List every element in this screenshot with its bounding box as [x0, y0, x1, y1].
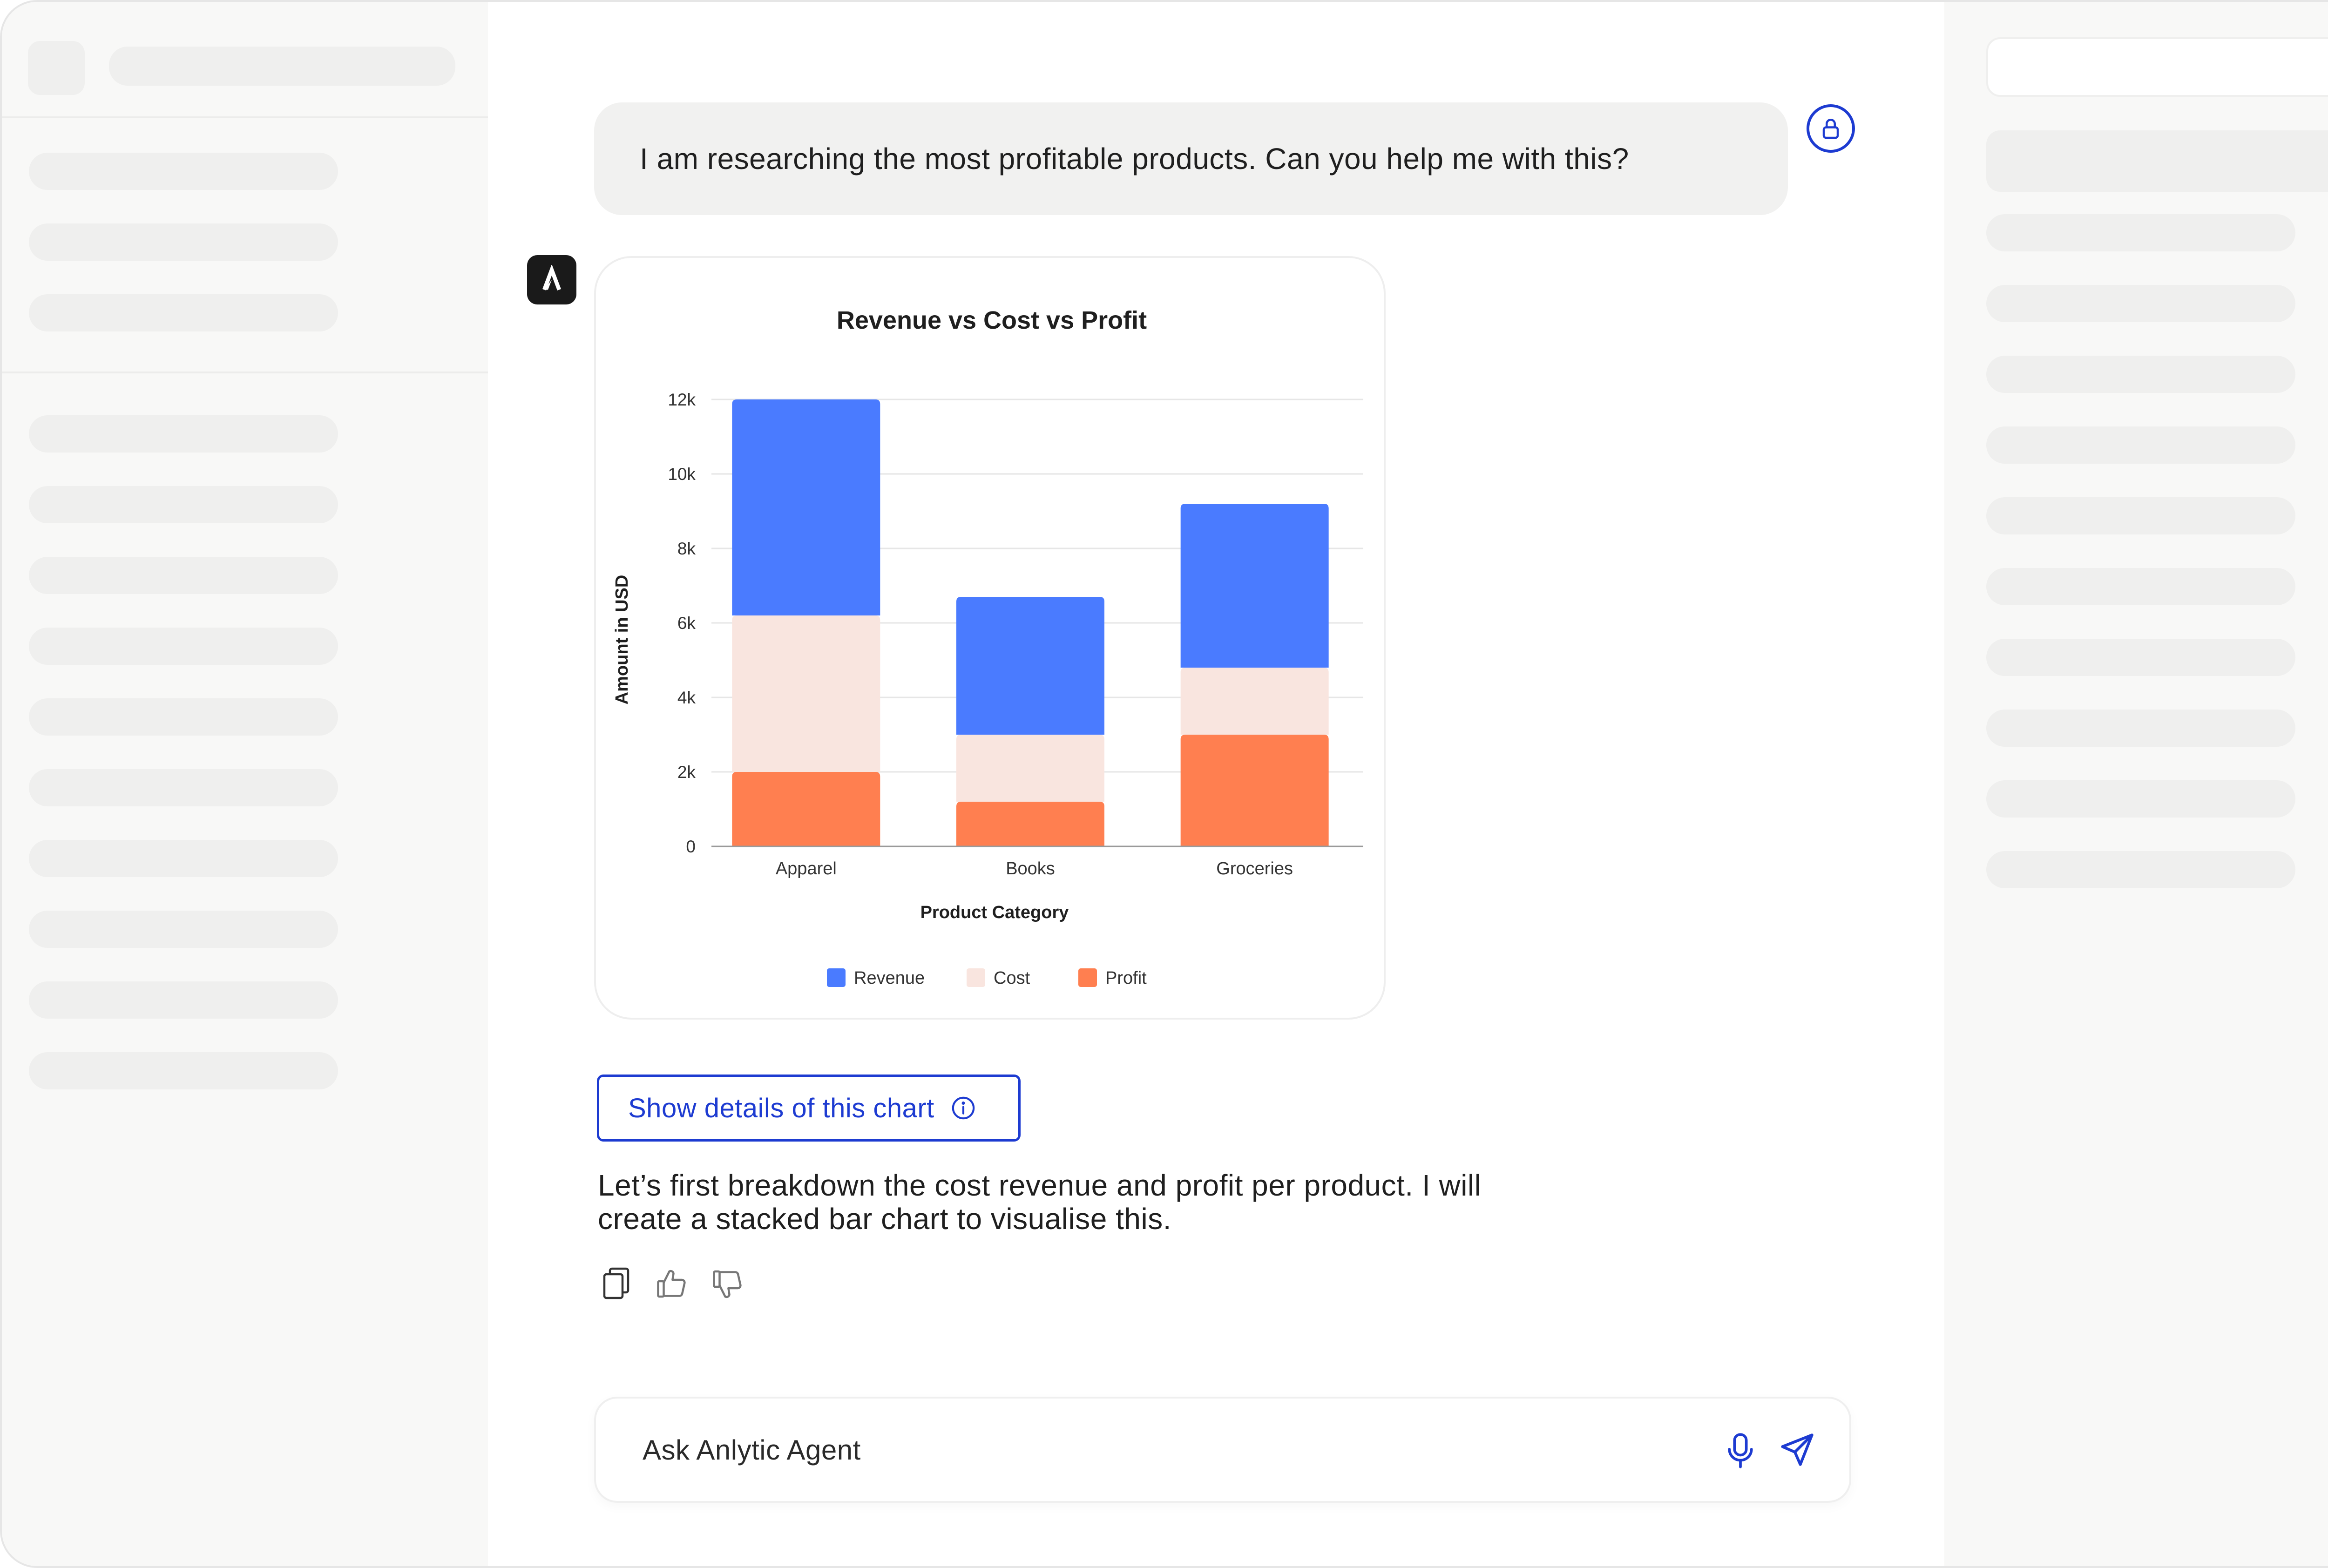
right-sidebar-item-placeholder[interactable]: [1986, 710, 2295, 747]
sidebar-item-placeholder[interactable]: [29, 698, 338, 736]
chart-y-tick-label: 10k: [668, 465, 696, 484]
right-sidebar-search-placeholder[interactable]: [1986, 37, 2328, 97]
sidebar-item-placeholder[interactable]: [29, 1052, 338, 1089]
chart-bar-profit-books: [956, 802, 1104, 846]
chat-input-bar[interactable]: Ask Anlytic Agent: [594, 1397, 1851, 1503]
sidebar-item-placeholder[interactable]: [29, 223, 338, 261]
send-icon[interactable]: [1779, 1431, 1816, 1468]
sidebar-title-placeholder: [109, 47, 455, 86]
sidebar-divider: [2, 116, 488, 118]
show-chart-details-button[interactable]: Show details of this chart: [597, 1075, 1021, 1142]
show-chart-details-label: Show details of this chart: [628, 1093, 934, 1123]
right-sidebar-item-placeholder[interactable]: [1986, 214, 2295, 251]
chart-x-tick-label: Groceries: [1216, 859, 1293, 879]
chart-bar-revenue-apparel: [732, 399, 880, 615]
chart-y-tick-label: 0: [686, 837, 696, 856]
chart-y-tick-label: 12k: [668, 390, 696, 409]
chart-bar-profit-apparel: [732, 772, 880, 846]
info-icon: [952, 1096, 975, 1120]
chart-bar-revenue-groceries: [1180, 504, 1329, 668]
sidebar-item-placeholder[interactable]: [29, 294, 338, 331]
copy-icon[interactable]: [599, 1265, 632, 1303]
chat-input-placeholder[interactable]: Ask Anlytic Agent: [643, 1399, 861, 1501]
microphone-icon[interactable]: [1723, 1431, 1758, 1470]
left-sidebar: [2, 2, 488, 1566]
right-sidebar-item-placeholder[interactable]: [1986, 568, 2295, 605]
chart-legend-swatch-profit: [1078, 968, 1097, 987]
agent-response-text: Let’s first breakdown the cost revenue a…: [598, 1169, 1482, 1236]
chart-x-tick-label: Apparel: [776, 859, 837, 879]
right-sidebar-header-placeholder: [1986, 130, 2328, 192]
chart-x-tick-label: Books: [1006, 859, 1055, 879]
chart-y-axis-label: Amount in USD: [612, 575, 632, 705]
right-sidebar-item-placeholder[interactable]: [1986, 356, 2295, 393]
right-sidebar-item-placeholder[interactable]: [1986, 851, 2295, 888]
right-sidebar-item-placeholder[interactable]: [1986, 780, 2295, 818]
sidebar-logo-placeholder: [28, 41, 85, 95]
chart-x-axis-label: Product Category: [920, 903, 1069, 922]
chart-legend-swatch-cost: [967, 968, 985, 987]
chart-y-tick-label: 2k: [677, 763, 696, 782]
sidebar-divider: [2, 372, 488, 373]
chart-legend-label: Cost: [994, 968, 1030, 988]
chart-bar-revenue-books: [956, 597, 1104, 735]
right-sidebar-item-placeholder[interactable]: [1986, 285, 2295, 322]
lock-user-icon[interactable]: [1807, 104, 1855, 153]
sidebar-item-placeholder[interactable]: [29, 628, 338, 665]
chart-bar-cost-books: [956, 735, 1104, 802]
app-window: I am researching the most profitable pro…: [0, 0, 2328, 1568]
sidebar-item-placeholder[interactable]: [29, 415, 338, 453]
right-sidebar-item-placeholder[interactable]: [1986, 426, 2295, 464]
chart-bar-cost-groceries: [1180, 668, 1329, 735]
chart-bar-profit-groceries: [1180, 735, 1329, 846]
chart-y-tick-label: 8k: [677, 539, 696, 558]
chart-legend-label: Profit: [1105, 968, 1147, 988]
chart-y-tick-label: 6k: [677, 614, 696, 633]
sidebar-item-placeholder[interactable]: [29, 486, 338, 523]
chart-bar-cost-apparel: [732, 615, 880, 772]
stacked-bar-chart: 0 2k 4k 6k 8k 10k 12k Apparel Books Groceries Rev…: [612, 306, 1363, 988]
right-sidebar-item-placeholder[interactable]: [1986, 639, 2295, 676]
sidebar-item-placeholder[interactable]: [29, 840, 338, 877]
chart-legend-swatch-revenue: [827, 968, 846, 987]
user-message-text: I am researching the most profitable pro…: [640, 142, 1629, 176]
right-sidebar-item-placeholder[interactable]: [1986, 497, 2295, 534]
sidebar-item-placeholder[interactable]: [29, 981, 338, 1019]
sidebar-item-placeholder[interactable]: [29, 153, 338, 190]
sidebar-item-placeholder[interactable]: [29, 557, 338, 594]
thumbs-up-icon[interactable]: [655, 1265, 688, 1303]
chart-card: 0 2k 4k 6k 8k 10k 12k Apparel Books Groceries Rev…: [594, 256, 1386, 1020]
chart-y-tick-label: 4k: [677, 688, 696, 707]
right-sidebar: [1944, 2, 2328, 1566]
chart-legend-label: Revenue: [854, 968, 925, 988]
anlytic-logo-icon: [527, 255, 576, 304]
thumbs-down-icon[interactable]: [711, 1265, 744, 1303]
user-message-bubble: I am researching the most profitable pro…: [594, 102, 1788, 215]
chart-title: Revenue vs Cost vs Profit: [837, 306, 1147, 334]
sidebar-item-placeholder[interactable]: [29, 911, 338, 948]
sidebar-item-placeholder[interactable]: [29, 769, 338, 806]
